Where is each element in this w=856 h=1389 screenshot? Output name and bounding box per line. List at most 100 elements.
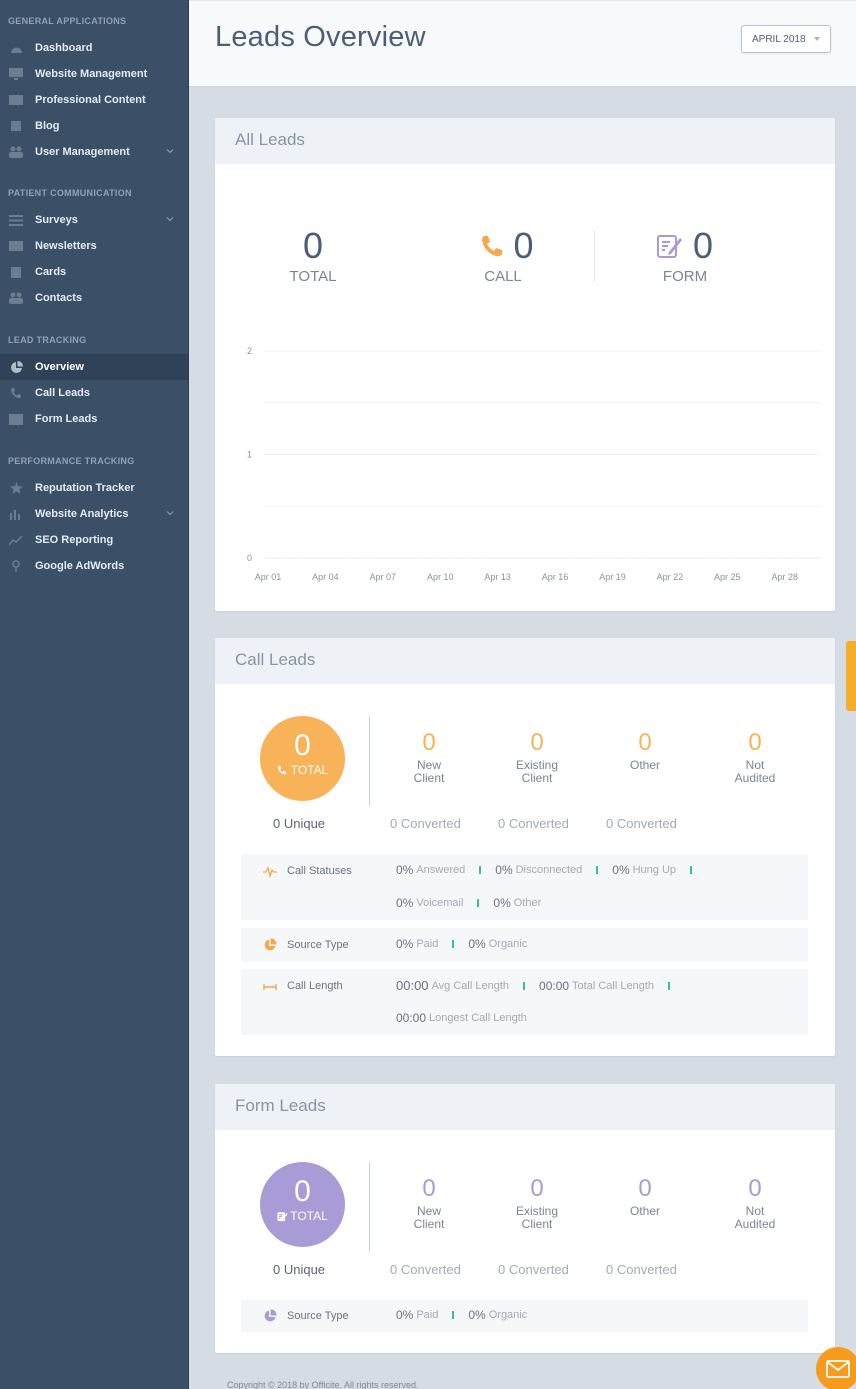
call-source-type-line: 0% Paid 0% Organic [396, 937, 527, 951]
status-name: Other [513, 897, 542, 909]
col-label: Client [521, 771, 553, 785]
form-total-circle: 0 TOTAL [260, 1162, 345, 1247]
leads-line-chart: 0 1 2 Apr 01 Apr 04 Apr 07 Apr 10 Apr 13 Apr 16 A… [247, 346, 821, 582]
data-point[interactable] [416, 557, 418, 559]
data-point[interactable] [607, 557, 610, 559]
data-point[interactable] [760, 557, 763, 559]
data-point[interactable] [569, 557, 571, 559]
data-point[interactable] [435, 557, 437, 559]
call-source-type-row: Source Type 0% Paid 0% Organic [241, 928, 808, 962]
sidebar-item-overview[interactable]: Overview [0, 354, 188, 380]
form-unique: 0 Unique [273, 1262, 326, 1277]
form-col-not-audited: 0 Not Audited [710, 1175, 800, 1231]
data-point[interactable] [741, 557, 744, 559]
data-point[interactable] [282, 557, 284, 559]
sidebar-item-blog[interactable]: Blog [0, 113, 188, 139]
sidebar-item-professional-content[interactable]: Professional Content [0, 87, 188, 113]
data-point[interactable] [722, 557, 724, 559]
data-point[interactable] [320, 557, 323, 559]
sidebar-item-website-analytics[interactable]: Website Analytics [0, 501, 188, 527]
converted-count: 0 Converted [498, 1262, 569, 1277]
status-name: Hung Up [632, 864, 677, 876]
call-statuses-line-2: 0% Voicemail 0% Other [396, 896, 541, 910]
data-point[interactable] [799, 557, 801, 559]
sidebar-section-performance: PERFORMANCE TRACKING [8, 456, 135, 466]
col-value: 0 [530, 729, 544, 756]
data-point[interactable] [703, 557, 705, 559]
data-point[interactable] [378, 557, 380, 559]
star-icon [9, 481, 23, 495]
feedback-tab[interactable] [846, 641, 856, 711]
sidebar-item-contacts[interactable]: Contacts [0, 285, 188, 311]
month-select[interactable]: APRIL 2018 [741, 25, 831, 53]
pie-chart-icon [9, 360, 23, 374]
sidebar-item-call-leads[interactable]: Call Leads [0, 380, 188, 406]
data-point[interactable] [512, 557, 514, 559]
x-tick-label: Apr 01 [255, 572, 282, 582]
sidebar-item-surveys[interactable]: Surveys [0, 207, 188, 233]
col-label: Client [413, 1217, 445, 1231]
data-point[interactable] [454, 557, 456, 559]
call-unique: 0 Unique [273, 816, 326, 831]
data-point[interactable] [780, 557, 782, 559]
col-value: 0 [638, 1175, 652, 1202]
bar-chart-icon [9, 507, 23, 521]
data-point[interactable] [531, 557, 533, 559]
sidebar-item-reputation-tracker[interactable]: Reputation Tracker [0, 475, 188, 501]
data-point[interactable] [339, 557, 342, 559]
sidebar-item-newsletters[interactable]: Newsletters [0, 233, 188, 259]
x-tick-label: Apr 16 [542, 572, 569, 582]
all-leads-card: All Leads 0 TOTAL 0 CALL 0 FORM 0 1 2 Apr 0… [215, 118, 835, 611]
data-point[interactable] [684, 557, 686, 559]
data-point[interactable] [646, 557, 648, 559]
length-value: 00:00 [539, 978, 570, 993]
pie-chart-icon [264, 1309, 277, 1322]
dashboard-icon [9, 41, 23, 55]
sidebar-item-user-management[interactable]: User Management [0, 139, 188, 165]
data-point[interactable] [665, 557, 667, 559]
data-point[interactable] [359, 557, 361, 559]
x-tick-label: Apr 04 [312, 572, 339, 582]
status-name: Disconnected [515, 864, 583, 876]
call-total-value: 0 [294, 729, 311, 762]
phone-icon [9, 386, 23, 400]
data-point[interactable] [627, 557, 629, 559]
page-title: Leads Overview [215, 21, 426, 53]
sidebar-item-form-leads[interactable]: Form Leads [0, 406, 188, 432]
data-point[interactable] [493, 557, 495, 559]
separator [479, 866, 482, 874]
card-icon [9, 265, 23, 279]
data-point[interactable] [550, 557, 552, 559]
data-point[interactable] [588, 557, 590, 559]
converted-count: 0 Converted [606, 816, 677, 831]
sidebar-item-seo-reporting[interactable]: SEO Reporting [0, 527, 188, 553]
data-point[interactable] [301, 557, 303, 559]
pct-value: 0% [468, 1308, 486, 1322]
chevron-down-icon [166, 511, 174, 516]
call-col-other: 0 Other [600, 729, 690, 772]
data-point[interactable] [263, 557, 265, 559]
data-point[interactable] [818, 557, 820, 559]
divider [369, 716, 370, 806]
length-value: 00:00 [396, 978, 429, 993]
sidebar-section-lead-tracking: LEAD TRACKING [8, 335, 87, 345]
form-col-existing-client: 0 Existing Client [492, 1175, 582, 1231]
sidebar-item-google-adwords[interactable]: Google AdWords [0, 553, 188, 579]
sidebar-item-website-management[interactable]: Website Management [0, 61, 188, 87]
separator [668, 981, 670, 990]
chat-button[interactable] [816, 1347, 856, 1389]
sidebar: GENERAL APPLICATIONS Dashboard Website M… [0, 0, 189, 1389]
data-point[interactable] [473, 557, 476, 559]
sidebar-section-general: GENERAL APPLICATIONS [8, 16, 127, 26]
blog-icon [9, 119, 23, 133]
converted-count: 0 Converted [498, 816, 569, 831]
pct-value: 0% [495, 863, 513, 877]
form-source-type-line: 0% Paid 0% Organic [396, 1308, 527, 1322]
col-value: 0 [530, 1175, 544, 1202]
form-col-new-client: 0 New Client [384, 1175, 474, 1231]
data-point[interactable] [397, 557, 399, 559]
length-value: 00:00 [396, 1011, 427, 1025]
col-label: Other [629, 758, 660, 772]
sidebar-item-dashboard[interactable]: Dashboard [0, 35, 188, 61]
sidebar-item-cards[interactable]: Cards [0, 259, 188, 285]
